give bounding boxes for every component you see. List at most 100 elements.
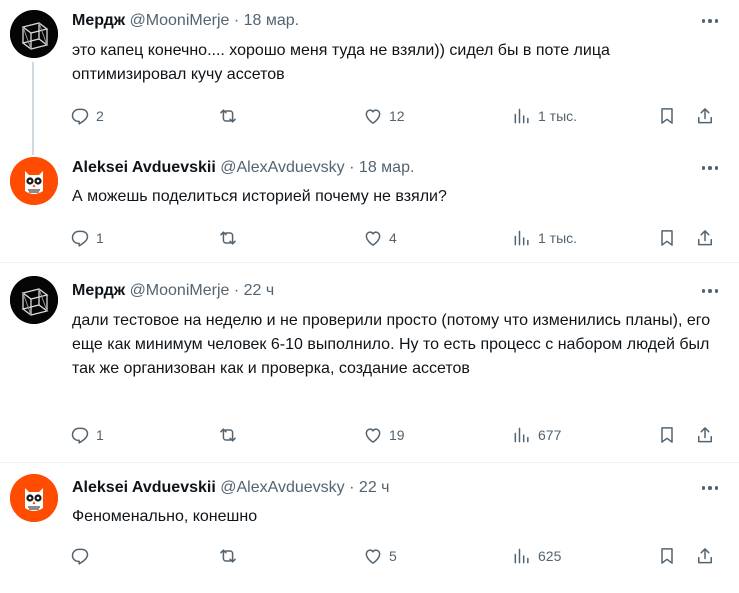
like-count: 5	[389, 548, 397, 564]
reply-button[interactable]: 2	[70, 104, 104, 128]
owl-logo-icon	[10, 474, 58, 522]
cube-logo-icon	[10, 276, 58, 324]
tweet-header: Aleksei Avduevskii @AlexAvduevsky · 22 ч	[72, 478, 390, 498]
reply-icon	[71, 548, 89, 565]
retweet-button[interactable]	[218, 423, 244, 447]
retweet-button[interactable]	[218, 226, 244, 250]
separator-dot: ·	[233, 12, 240, 29]
like-button[interactable]: 19	[363, 423, 405, 447]
retweet-icon	[220, 109, 236, 123]
tweet-text: Феноменально, конешно	[72, 508, 258, 525]
views-count: 1 тыс.	[538, 108, 578, 124]
share-icon	[698, 548, 712, 564]
tweet[interactable]: Мердж @MooniMerje · 18 мар. это капец ко…	[0, 0, 739, 155]
bookmark-button[interactable]	[657, 226, 677, 250]
avatar[interactable]	[10, 10, 58, 58]
more-icon	[701, 166, 706, 170]
more-button[interactable]	[699, 479, 721, 497]
tweet[interactable]: Мердж @MooniMerje · 22 ч дали тестовое н…	[0, 264, 739, 463]
heart-icon	[365, 231, 381, 246]
bookmark-button[interactable]	[657, 423, 677, 447]
timestamp[interactable]: 18 мар.	[359, 159, 414, 176]
like-button[interactable]: 4	[363, 226, 397, 250]
separator-dot: ·	[349, 479, 355, 496]
views-button[interactable]: 625	[512, 544, 561, 568]
user-handle[interactable]: @MooniMerje	[130, 12, 230, 29]
share-button[interactable]	[695, 226, 715, 250]
tweet-text: дали тестовое на неделю и не проверили п…	[72, 312, 711, 377]
bookmark-icon	[661, 108, 673, 124]
display-name[interactable]: Мердж	[72, 282, 125, 299]
avatar[interactable]	[10, 474, 58, 522]
reply-button[interactable]: 1	[70, 226, 104, 250]
display-name[interactable]: Мердж	[72, 12, 125, 29]
avatar[interactable]	[10, 157, 58, 205]
tweet-header: Мердж @MooniMerje · 22 ч	[72, 281, 274, 301]
retweet-icon	[220, 549, 236, 563]
cube-logo-icon	[10, 10, 58, 58]
reply-button[interactable]: 1	[70, 423, 104, 447]
bookmark-icon	[661, 548, 673, 564]
views-chart-icon	[514, 230, 529, 246]
reply-count: 1	[96, 427, 104, 443]
reply-button[interactable]	[70, 544, 96, 568]
tweet-text: А можешь поделиться историей почему не в…	[72, 188, 447, 205]
views-button[interactable]: 1 тыс.	[512, 226, 577, 250]
avatar[interactable]	[10, 276, 58, 324]
heart-icon	[365, 109, 381, 124]
retweet-button[interactable]	[218, 104, 244, 128]
views-count: 1 тыс.	[538, 230, 578, 246]
more-button[interactable]	[699, 159, 721, 177]
heart-icon	[365, 549, 381, 564]
retweet-icon	[220, 428, 236, 442]
thread-connector-line	[32, 62, 34, 155]
display-name[interactable]: Aleksei Avduevskii	[72, 479, 216, 496]
reply-icon	[71, 427, 89, 444]
action-bar: 1 19 677	[70, 423, 720, 447]
views-button[interactable]: 677	[512, 423, 561, 447]
views-button[interactable]: 1 тыс.	[512, 104, 577, 128]
user-handle[interactable]: @MooniMerje	[130, 282, 230, 299]
user-handle[interactable]: @AlexAvduevsky	[220, 159, 344, 176]
more-icon	[701, 486, 706, 490]
like-button[interactable]: 12	[363, 104, 405, 128]
timestamp[interactable]: 22 ч	[244, 282, 275, 299]
more-icon	[701, 19, 706, 23]
reply-count: 2	[96, 108, 104, 124]
separator-dot: ·	[349, 159, 355, 176]
tweet[interactable]: Aleksei Avduevskii @AlexAvduevsky · 22 ч…	[0, 464, 739, 593]
bookmark-icon	[661, 230, 673, 246]
share-icon	[698, 230, 712, 246]
tweet[interactable]: Aleksei Avduevskii @AlexAvduevsky · 18 м…	[0, 147, 739, 263]
more-button[interactable]	[699, 282, 721, 300]
action-bar: 5 625	[70, 544, 720, 568]
views-chart-icon	[514, 108, 529, 124]
action-bar: 2 12 1 тыс.	[70, 104, 720, 128]
heart-icon	[365, 428, 381, 443]
share-icon	[698, 427, 712, 443]
tweet-header: Aleksei Avduevskii @AlexAvduevsky · 18 м…	[72, 158, 414, 178]
bookmark-button[interactable]	[657, 104, 677, 128]
bookmark-button[interactable]	[657, 544, 677, 568]
reply-icon	[71, 108, 89, 125]
share-button[interactable]	[695, 544, 715, 568]
more-icon	[701, 289, 706, 293]
retweet-button[interactable]	[218, 544, 244, 568]
share-button[interactable]	[695, 104, 715, 128]
more-button[interactable]	[699, 12, 721, 30]
user-handle[interactable]: @AlexAvduevsky	[220, 479, 344, 496]
share-icon	[698, 108, 712, 124]
like-count: 12	[389, 108, 405, 124]
like-button[interactable]: 5	[363, 544, 397, 568]
share-button[interactable]	[695, 423, 715, 447]
timestamp[interactable]: 18 мар.	[244, 12, 299, 29]
views-chart-icon	[514, 427, 529, 443]
separator-dot: ·	[233, 282, 240, 299]
timestamp[interactable]: 22 ч	[359, 479, 390, 496]
views-count: 677	[538, 427, 562, 443]
like-count: 19	[389, 427, 405, 443]
action-bar: 1 4 1 тыс.	[70, 226, 720, 250]
retweet-icon	[220, 231, 236, 245]
views-count: 625	[538, 548, 562, 564]
display-name[interactable]: Aleksei Avduevskii	[72, 159, 216, 176]
